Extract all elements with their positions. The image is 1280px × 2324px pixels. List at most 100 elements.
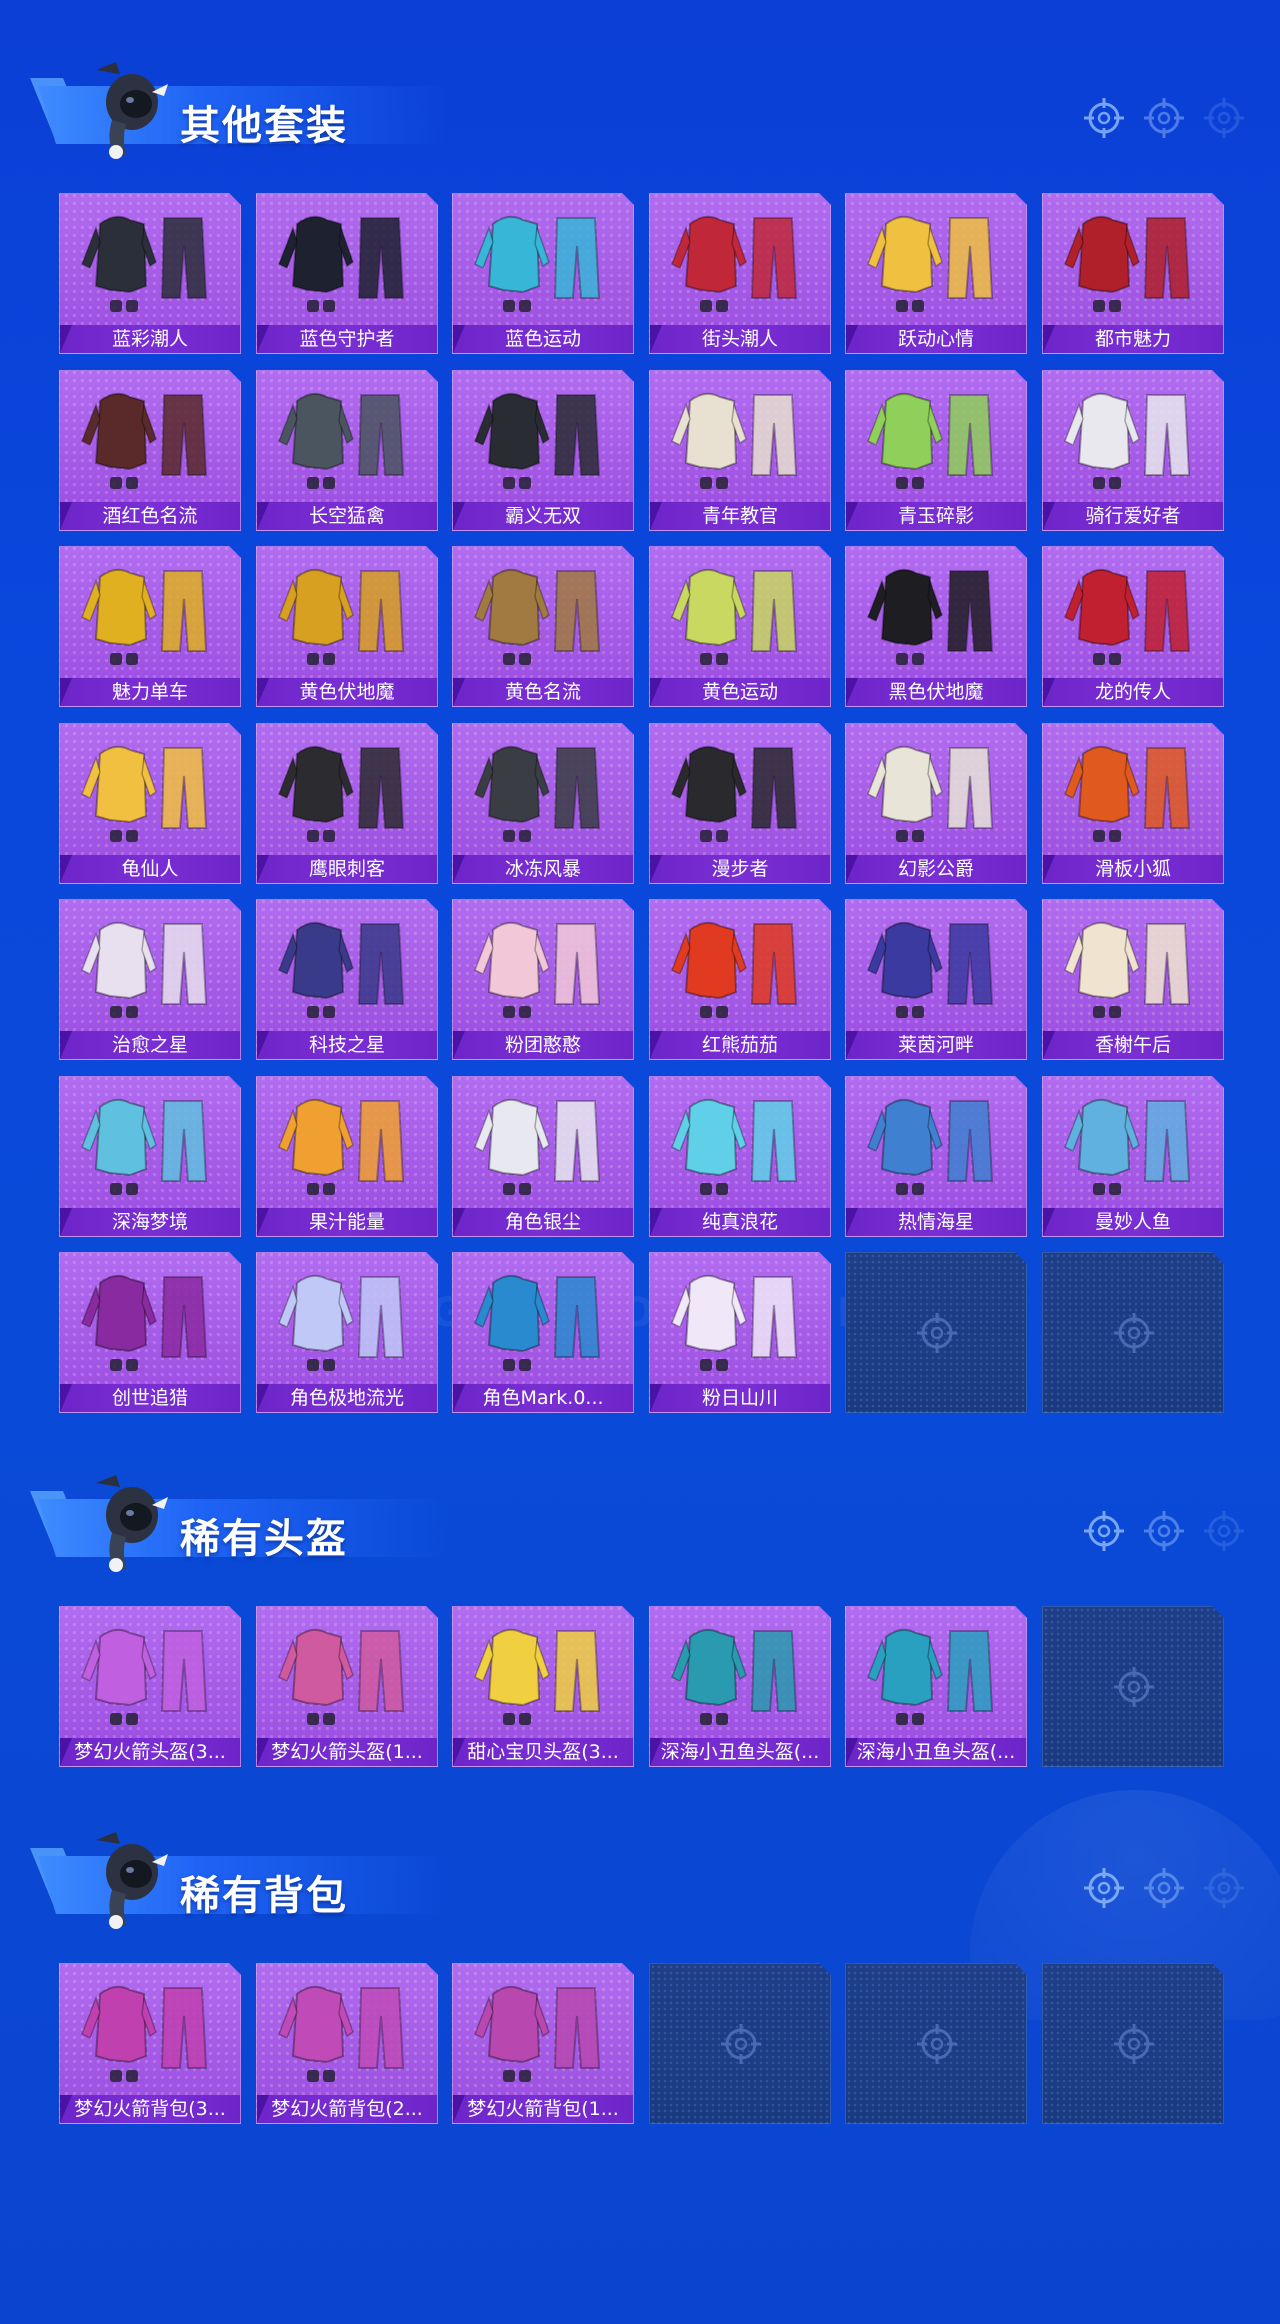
crosshair-icon [1144, 1511, 1184, 1551]
item-image [846, 547, 1026, 675]
item-image [60, 1607, 240, 1735]
crosshair-badge [1082, 1509, 1128, 1555]
item-image [257, 1253, 437, 1381]
item-card[interactable]: 幻影公爵 [845, 723, 1027, 884]
item-art-icon [257, 1077, 438, 1205]
item-card[interactable]: 滑板小狐 [1042, 723, 1224, 884]
item-name: 跃动心情 [846, 325, 1026, 353]
item-card[interactable]: 跃动心情 [845, 193, 1027, 354]
item-card[interactable]: 漫步者 [649, 723, 831, 884]
item-card[interactable]: 深海梦境 [59, 1076, 241, 1237]
item-card[interactable]: 角色银尘 [452, 1076, 634, 1237]
item-image [257, 371, 437, 499]
item-card[interactable]: 黑色伏地魔 [845, 546, 1027, 707]
item-image [1043, 900, 1223, 1028]
item-card[interactable]: 青玉碎影 [845, 370, 1027, 531]
item-image [453, 1964, 633, 2092]
item-image [257, 1607, 437, 1735]
item-name: 创世追猎 [60, 1384, 240, 1412]
item-image [650, 1253, 830, 1381]
item-card[interactable]: 蓝色运动 [452, 193, 634, 354]
item-image [257, 724, 437, 852]
item-card[interactable]: 梦幻火箭头盔(1... [256, 1606, 438, 1767]
item-art-icon [257, 724, 438, 852]
crosshair-badge [1202, 1866, 1248, 1912]
item-card[interactable]: 梦幻火箭头盔(3... [59, 1606, 241, 1767]
item-art-icon [650, 1607, 831, 1735]
item-card[interactable]: 曼妙人鱼 [1042, 1076, 1224, 1237]
item-card[interactable]: 甜心宝贝头盔(3... [452, 1606, 634, 1767]
mascot [86, 56, 172, 162]
item-card[interactable]: 梦幻火箭背包(2... [256, 1963, 438, 2124]
item-image [60, 724, 240, 852]
item-card[interactable]: 角色极地流光 [256, 1252, 438, 1413]
item-card[interactable]: 角色Mark.0... [452, 1252, 634, 1413]
item-art-icon [60, 724, 241, 852]
empty-slot [845, 1963, 1027, 2124]
item-card[interactable]: 黄色名流 [452, 546, 634, 707]
item-art-icon [60, 1253, 241, 1381]
item-card[interactable]: 骑行爱好者 [1042, 370, 1224, 531]
item-card[interactable]: 魅力单车 [59, 546, 241, 707]
item-name: 蓝色运动 [453, 325, 633, 353]
item-card[interactable]: 粉团憨憨 [452, 899, 634, 1060]
item-card[interactable]: 酒红色名流 [59, 370, 241, 531]
item-art-icon [60, 1607, 241, 1735]
item-name: 长空猛禽 [257, 502, 437, 530]
item-art-icon [453, 371, 634, 499]
item-card[interactable]: 梦幻火箭背包(3... [59, 1963, 241, 2124]
mascot [86, 1469, 172, 1575]
crosshair-badge [1202, 1509, 1248, 1555]
item-art-icon [453, 900, 634, 1028]
item-card[interactable]: 梦幻火箭背包(1... [452, 1963, 634, 2124]
item-card[interactable]: 长空猛禽 [256, 370, 438, 531]
item-name: 冰冻风暴 [453, 855, 633, 883]
item-image [650, 1607, 830, 1735]
crosshair-icon [1084, 1868, 1124, 1908]
item-name: 深海小丑鱼头盔(... [846, 1738, 1026, 1766]
item-name: 梦幻火箭头盔(3... [60, 1738, 240, 1766]
item-card[interactable]: 冰冻风暴 [452, 723, 634, 884]
item-card[interactable]: 黄色伏地魔 [256, 546, 438, 707]
item-card[interactable]: 街头潮人 [649, 193, 831, 354]
item-name: 魅力单车 [60, 678, 240, 706]
item-art-icon [257, 547, 438, 675]
item-card[interactable]: 霸义无双 [452, 370, 634, 531]
item-card[interactable]: 鹰眼刺客 [256, 723, 438, 884]
crosshair-icon [915, 1311, 959, 1355]
item-card[interactable]: 深海小丑鱼头盔(... [845, 1606, 1027, 1767]
item-art-icon [1043, 900, 1224, 1028]
crosshair-icon [1112, 1311, 1156, 1355]
item-card[interactable]: 蓝色守护者 [256, 193, 438, 354]
item-card[interactable]: 龟仙人 [59, 723, 241, 884]
item-card[interactable]: 龙的传人 [1042, 546, 1224, 707]
item-card[interactable]: 蓝彩潮人 [59, 193, 241, 354]
item-card[interactable]: 热情海星 [845, 1076, 1027, 1237]
item-card[interactable]: 深海小丑鱼头盔(... [649, 1606, 831, 1767]
item-card[interactable]: 黄色运动 [649, 546, 831, 707]
item-card[interactable]: 果汁能量 [256, 1076, 438, 1237]
item-card[interactable]: 香榭午后 [1042, 899, 1224, 1060]
item-name: 漫步者 [650, 855, 830, 883]
item-image [453, 900, 633, 1028]
item-card[interactable]: 青年教官 [649, 370, 831, 531]
item-name: 黄色伏地魔 [257, 678, 437, 706]
item-name: 酒红色名流 [60, 502, 240, 530]
item-art-icon [650, 900, 831, 1028]
item-art-icon [846, 194, 1027, 322]
header-decoration [1082, 96, 1248, 142]
item-name: 甜心宝贝头盔(3... [453, 1738, 633, 1766]
item-image [453, 1253, 633, 1381]
item-card[interactable]: 粉日山川 [649, 1252, 831, 1413]
item-card[interactable]: 莱茵河畔 [845, 899, 1027, 1060]
item-card[interactable]: 都市魅力 [1042, 193, 1224, 354]
item-name: 治愈之星 [60, 1031, 240, 1059]
item-card[interactable]: 创世追猎 [59, 1252, 241, 1413]
item-card[interactable]: 纯真浪花 [649, 1076, 831, 1237]
item-card[interactable]: 科技之星 [256, 899, 438, 1060]
item-name: 黑色伏地魔 [846, 678, 1026, 706]
item-card[interactable]: 红熊茄茄 [649, 899, 831, 1060]
crosshair-icon [719, 2022, 763, 2066]
item-card[interactable]: 治愈之星 [59, 899, 241, 1060]
item-image [257, 900, 437, 1028]
